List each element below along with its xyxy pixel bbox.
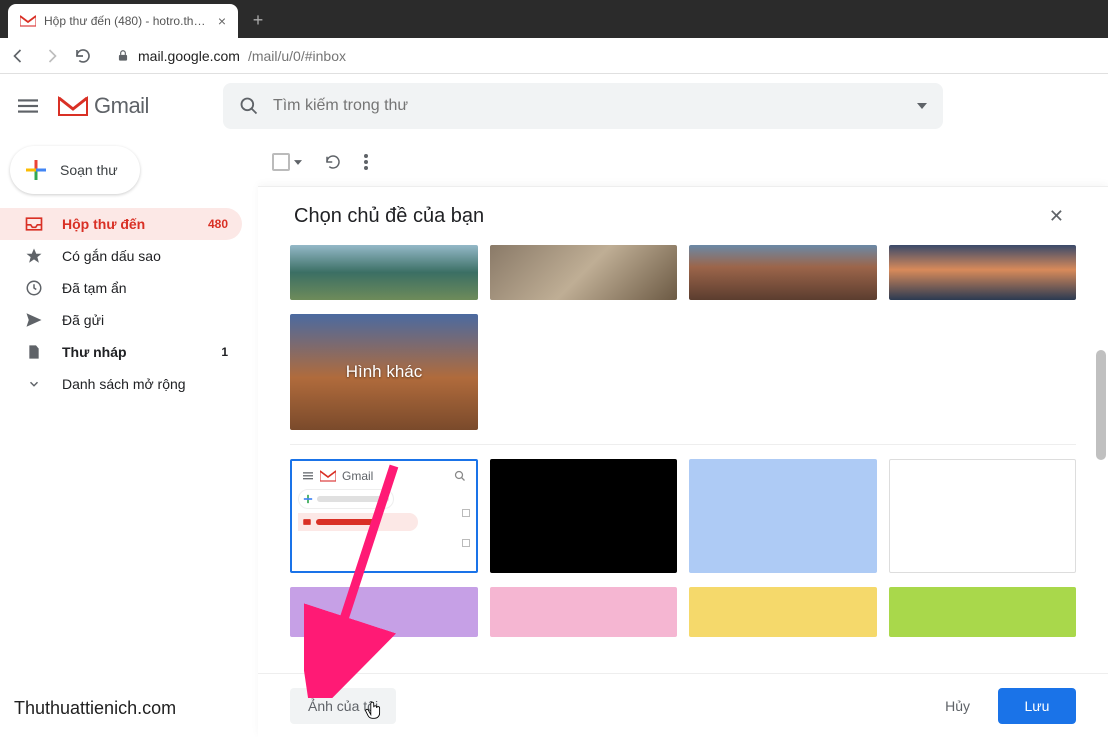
theme-picker-modal: Chọn chủ đề của bạn ✕ Hình khác Gmail: [258, 186, 1108, 737]
more-icon[interactable]: [364, 154, 368, 170]
theme-color[interactable]: [490, 459, 677, 573]
theme-row: [290, 245, 1076, 300]
save-button[interactable]: Lưu: [998, 688, 1076, 724]
dropdown-icon[interactable]: [294, 160, 302, 165]
checkbox-icon: [462, 509, 470, 517]
sidebar-item-label: Hộp thư đến: [62, 216, 145, 232]
theme-more-button[interactable]: Hình khác: [290, 314, 478, 430]
file-icon: [24, 342, 44, 362]
tab-title: Hộp thư đến (480) - hotro.thuthu: [44, 14, 210, 28]
inbox-icon: [302, 517, 312, 527]
watermark-text: Thuthuattienich.com: [14, 698, 176, 719]
modal-footer: Ảnh của tôi Hủy Lưu: [258, 673, 1108, 737]
theme-color[interactable]: [490, 587, 678, 637]
search-input[interactable]: [273, 97, 903, 115]
browser-tab[interactable]: Hộp thư đến (480) - hotro.thuthu ×: [8, 4, 238, 38]
sidebar-item-label: Thư nháp: [62, 344, 127, 360]
sidebar-item-label: Đã gửi: [62, 312, 104, 328]
sidebar-item-label: Đã tạm ẩn: [62, 280, 127, 296]
theme-thumb[interactable]: [889, 245, 1077, 300]
mail-toolbar: [256, 138, 1108, 186]
divider: [290, 444, 1076, 445]
theme-row: [290, 587, 1076, 637]
sidebar-item-sent[interactable]: Đã gửi: [0, 304, 242, 336]
sidebar-item-drafts[interactable]: Thư nháp 1: [0, 336, 242, 368]
close-icon[interactable]: ✕: [1041, 198, 1072, 235]
theme-color[interactable]: [290, 587, 478, 637]
sidebar-item-inbox[interactable]: Hộp thư đến 480: [0, 208, 242, 240]
dropdown-icon[interactable]: [917, 103, 927, 109]
sidebar: Soạn thư Hộp thư đến 480 Có gắn dấu sao …: [0, 138, 256, 737]
browser-tab-bar: Hộp thư đến (480) - hotro.thuthu × +: [0, 0, 1108, 38]
theme-color[interactable]: [689, 587, 877, 637]
gmail-favicon-icon: [320, 470, 336, 482]
url-path: /mail/u/0/#inbox: [248, 48, 346, 64]
gmail-favicon-icon: [20, 13, 36, 29]
url-host: mail.google.com: [138, 48, 240, 64]
compose-button[interactable]: Soạn thư: [10, 146, 140, 194]
inbox-icon: [24, 214, 44, 234]
my-photos-button[interactable]: Ảnh của tôi: [290, 688, 396, 724]
sidebar-item-count: 1: [221, 345, 228, 359]
lock-icon: [116, 49, 130, 63]
new-tab-button[interactable]: +: [244, 6, 272, 34]
search-box[interactable]: [223, 83, 943, 129]
theme-thumb[interactable]: [290, 245, 478, 300]
plus-icon: [303, 494, 313, 504]
modal-body: Hình khác Gmail: [258, 245, 1108, 673]
chevron-down-icon: [24, 374, 44, 394]
mini-inbox-row: [298, 513, 418, 531]
theme-thumb[interactable]: [490, 245, 678, 300]
compose-label: Soạn thư: [60, 162, 118, 178]
scrollbar-thumb[interactable]: [1096, 350, 1106, 460]
address-bar: mail.google.com/mail/u/0/#inbox: [0, 38, 1108, 74]
theme-color[interactable]: [889, 459, 1077, 573]
theme-row: Hình khác: [290, 314, 1076, 430]
star-icon: [24, 246, 44, 266]
search-wrap: [223, 83, 943, 129]
checkbox-icon: [462, 539, 470, 547]
sidebar-item-count: 480: [208, 217, 228, 231]
cancel-button[interactable]: Hủy: [927, 688, 988, 724]
compose-plus-icon: [24, 158, 48, 182]
gmail-logo-text: Gmail: [94, 93, 149, 119]
gmail-logo-icon: [58, 95, 88, 117]
theme-thumb[interactable]: [689, 245, 877, 300]
url-box[interactable]: mail.google.com/mail/u/0/#inbox: [106, 48, 1098, 64]
theme-color[interactable]: [689, 459, 876, 573]
sidebar-item-label: Danh sách mở rộng: [62, 376, 186, 392]
refresh-icon[interactable]: [324, 153, 342, 171]
search-icon: [454, 470, 466, 482]
gmail-logo[interactable]: Gmail: [58, 93, 149, 119]
sidebar-item-label: Có gắn dấu sao: [62, 248, 161, 264]
search-icon: [239, 96, 259, 116]
sidebar-item-snoozed[interactable]: Đã tạm ẩn: [0, 272, 242, 304]
select-all-checkbox[interactable]: [272, 153, 290, 171]
theme-color[interactable]: [889, 587, 1077, 637]
theme-row: Gmail: [290, 459, 1076, 573]
menu-icon[interactable]: [16, 94, 40, 118]
modal-title: Chọn chủ đề của bạn: [294, 205, 484, 228]
mini-header: Gmail: [298, 467, 470, 485]
mini-body: [298, 489, 470, 565]
forward-icon[interactable]: [42, 47, 60, 65]
close-icon[interactable]: ×: [218, 13, 226, 29]
theme-more-label: Hình khác: [346, 362, 423, 382]
mini-compose: [298, 489, 394, 509]
send-icon: [24, 310, 44, 330]
theme-default-selected[interactable]: Gmail: [290, 459, 478, 573]
reload-icon[interactable]: [74, 47, 92, 65]
sidebar-item-more[interactable]: Danh sách mở rộng: [0, 368, 242, 400]
clock-icon: [24, 278, 44, 298]
sidebar-item-starred[interactable]: Có gắn dấu sao: [0, 240, 242, 272]
mini-app-name: Gmail: [342, 469, 373, 483]
back-icon[interactable]: [10, 47, 28, 65]
menu-icon: [302, 471, 314, 481]
gmail-header: Gmail: [0, 74, 1108, 138]
modal-header: Chọn chủ đề của bạn ✕: [258, 187, 1108, 245]
